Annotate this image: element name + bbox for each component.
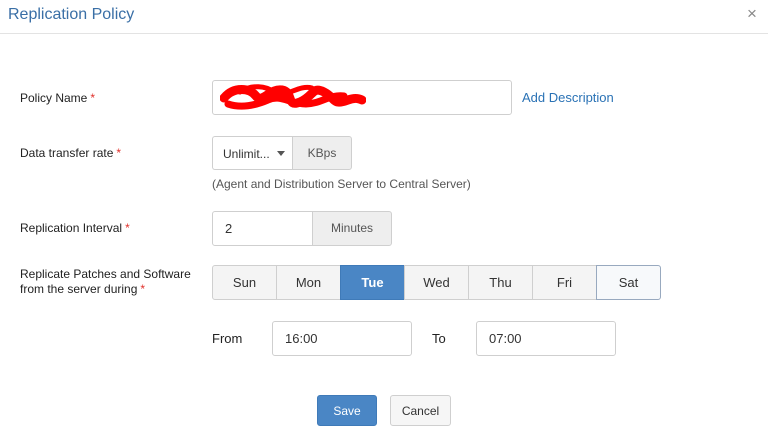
interval-label: Replication Interval * <box>20 221 130 236</box>
transfer-rate-label: Data transfer rate * <box>20 146 121 161</box>
schedule-label-line1: Replicate Patches and Software <box>20 267 191 281</box>
from-time-input[interactable] <box>272 321 412 356</box>
day-tue[interactable]: Tue <box>340 265 405 300</box>
required-marker: * <box>125 221 130 235</box>
interval-input[interactable] <box>212 211 313 246</box>
to-time-input[interactable] <box>476 321 616 356</box>
schedule-label-line2: from the server during <box>20 282 138 296</box>
dialog-title: Replication Policy <box>8 6 135 23</box>
transfer-rate-helper: (Agent and Distribution Server to Centra… <box>212 177 471 191</box>
add-description-link[interactable]: Add Description <box>522 90 614 105</box>
transfer-rate-select[interactable]: Unlimit... <box>212 136 292 170</box>
required-marker: * <box>90 91 96 105</box>
interval-label-text: Replication Interval <box>20 221 123 235</box>
chevron-down-icon <box>277 151 285 156</box>
from-label: From <box>212 331 243 346</box>
required-marker: * <box>140 282 146 296</box>
day-sun[interactable]: Sun <box>212 265 277 300</box>
transfer-rate-selected: Unlimit... <box>223 147 270 161</box>
to-label: To <box>432 331 446 346</box>
cancel-button[interactable]: Cancel <box>390 395 451 426</box>
policy-name-label: Policy Name * <box>20 91 95 106</box>
policy-name-label-text: Policy Name <box>20 91 88 105</box>
day-sat[interactable]: Sat <box>596 265 661 300</box>
schedule-label: Replicate Patches and Software from the … <box>20 267 191 297</box>
close-icon[interactable]: × <box>744 5 760 23</box>
save-button[interactable]: Save <box>317 395 377 426</box>
day-wed[interactable]: Wed <box>404 265 469 300</box>
day-fri[interactable]: Fri <box>532 265 597 300</box>
day-mon[interactable]: Mon <box>276 265 341 300</box>
day-thu[interactable]: Thu <box>468 265 533 300</box>
dialog-header: Replication Policy × <box>0 0 768 34</box>
kbps-addon: KBps <box>292 136 352 170</box>
required-marker: * <box>116 146 122 160</box>
minutes-addon: Minutes <box>312 211 392 246</box>
day-selector: Sun Mon Tue Wed Thu Fri Sat <box>212 265 661 300</box>
transfer-rate-label-text: Data transfer rate <box>20 146 114 160</box>
policy-name-input[interactable] <box>212 80 512 115</box>
